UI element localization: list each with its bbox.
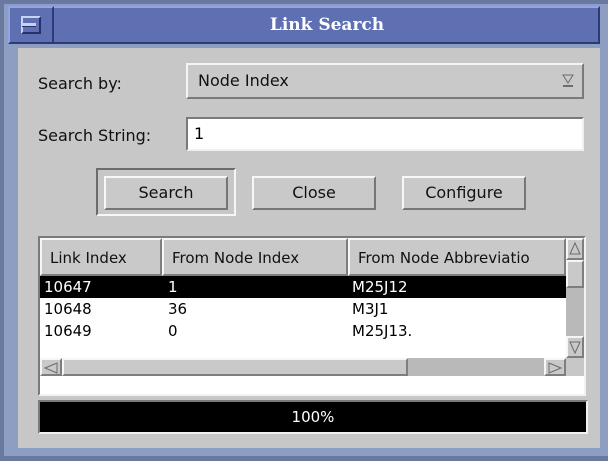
search-string-label: Search String: xyxy=(38,126,152,145)
results-table: Link Index From Node Index From Node Abb… xyxy=(38,236,586,396)
window-menu-button[interactable] xyxy=(8,6,54,44)
configure-button[interactable]: Configure xyxy=(402,176,526,210)
link-search-window: Link Search Search by: Node Index Search… xyxy=(0,0,608,461)
window-border-top[interactable] xyxy=(0,0,608,4)
search-button[interactable]: Search xyxy=(104,176,228,210)
table-row[interactable]: 10649 0 M25J13. xyxy=(40,320,566,342)
title-bar[interactable]: Link Search xyxy=(8,6,600,44)
progress-bar: 100% xyxy=(38,400,588,434)
horizontal-scrollbar[interactable] xyxy=(40,358,566,376)
search-by-dropdown[interactable]: Node Index xyxy=(186,63,584,99)
column-header-link-index[interactable]: Link Index xyxy=(40,238,162,276)
table-body: 10647 1 M25J12 10648 36 M3J1 10649 0 M25… xyxy=(40,276,566,342)
cell-from-node-index: 0 xyxy=(168,322,178,340)
search-string-input[interactable]: 1 xyxy=(186,117,584,151)
scroll-up-arrow-icon xyxy=(569,241,581,255)
horizontal-scroll-thumb[interactable] xyxy=(62,358,408,376)
cell-from-node-abbreviation: M3J1 xyxy=(352,300,389,318)
cell-from-node-abbreviation: M25J13. xyxy=(352,322,413,340)
scroll-right-button[interactable] xyxy=(544,358,566,376)
column-header-from-node-index[interactable]: From Node Index xyxy=(162,238,348,276)
window-title: Link Search xyxy=(269,15,385,35)
scroll-left-arrow-icon xyxy=(43,362,58,374)
search-by-label: Search by: xyxy=(38,74,122,93)
scroll-up-button[interactable] xyxy=(566,238,584,260)
search-by-selected-value: Node Index xyxy=(198,71,289,90)
dropdown-arrow-icon xyxy=(562,74,574,87)
cell-from-node-abbreviation: M25J12 xyxy=(352,278,408,296)
scroll-right-arrow-icon xyxy=(548,362,563,374)
vertical-scrollbar[interactable] xyxy=(566,238,584,358)
table-row[interactable]: 10648 36 M3J1 xyxy=(40,298,566,320)
scroll-down-arrow-icon xyxy=(569,341,581,355)
close-button[interactable]: Close xyxy=(252,176,376,210)
scroll-down-button[interactable] xyxy=(566,336,584,358)
window-menu-icon xyxy=(21,16,41,34)
cell-link-index: 10648 xyxy=(44,300,92,318)
scrollbar-corner xyxy=(566,358,584,376)
progress-label: 100% xyxy=(291,408,335,426)
cell-link-index: 10647 xyxy=(44,278,92,296)
cell-from-node-index: 36 xyxy=(168,300,188,318)
scroll-left-button[interactable] xyxy=(40,358,62,376)
cell-link-index: 10649 xyxy=(44,322,92,340)
table-header: Link Index From Node Index From Node Abb… xyxy=(40,238,566,276)
column-header-from-node-abbreviation[interactable]: From Node Abbreviatio xyxy=(348,238,566,276)
window-border-left[interactable] xyxy=(0,0,4,461)
cell-from-node-index: 1 xyxy=(168,278,178,296)
vertical-scroll-thumb[interactable] xyxy=(566,260,584,288)
table-row[interactable]: 10647 1 M25J12 xyxy=(40,276,566,298)
window-border-bottom[interactable] xyxy=(0,456,608,461)
